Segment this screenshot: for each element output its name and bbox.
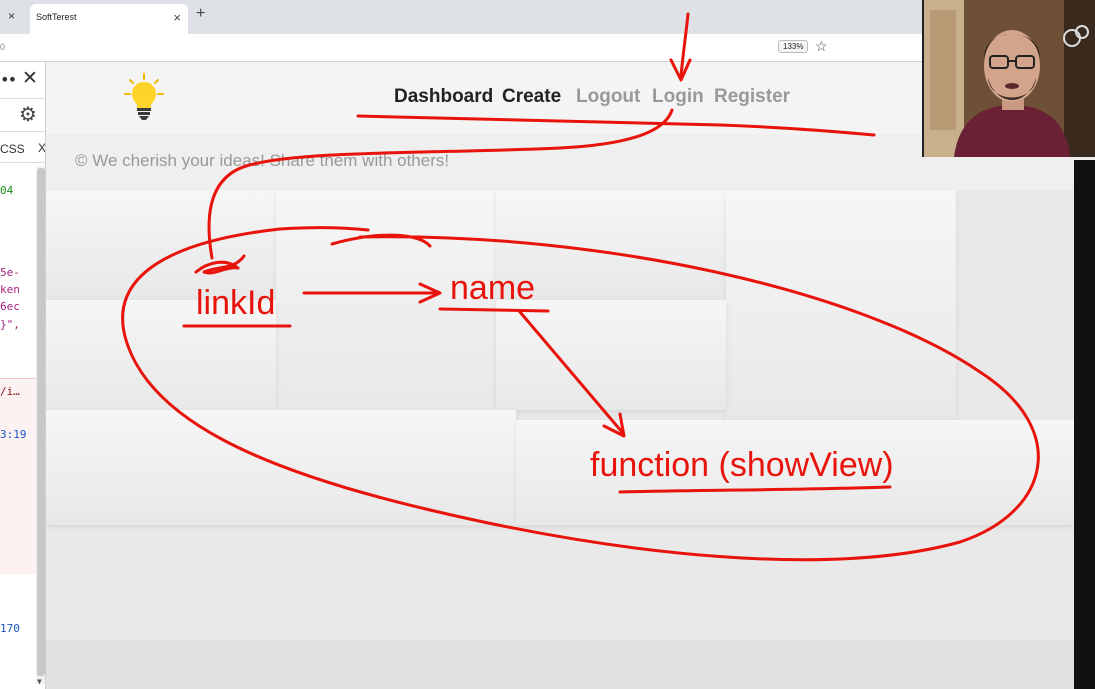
presenter-video-icon — [924, 0, 1095, 157]
zoom-level-badge[interactable]: 133% — [778, 40, 809, 53]
background-tile — [46, 190, 276, 300]
bookmark-star-icon[interactable]: ☆ — [815, 38, 828, 55]
webcam-overlay — [922, 0, 1095, 157]
hero-banner: © We cherish your ideas! Share them with… — [46, 134, 1074, 190]
devtools-panel: •• ✕ ⚙ CSS X 04 5e- ken 6ec }", /i… 3:19… — [0, 62, 46, 689]
devtools-more-icon[interactable]: •• — [0, 70, 17, 89]
background-tile — [496, 190, 726, 300]
hero-tagline: © We cherish your ideas! Share them with… — [75, 151, 450, 170]
web-page: Dashboard Create Logout Login Register ©… — [46, 62, 1074, 689]
nav-create[interactable]: Create — [502, 86, 561, 108]
divider — [0, 98, 45, 99]
tab-title: SoftTerest — [36, 12, 77, 22]
nav-logout[interactable]: Logout — [576, 86, 640, 108]
screen: × SoftTerest × + 0 133% ☆ •• ✕ ⚙ CSS X 0… — [0, 0, 1095, 689]
background-tile — [516, 420, 1074, 525]
console-error-row — [0, 378, 36, 574]
site-navbar: Dashboard Create Logout Login Register — [46, 62, 1074, 134]
console-line[interactable]: 170 — [0, 622, 20, 635]
page-footer-area — [46, 640, 1074, 689]
console-line[interactable]: 3:19 — [0, 428, 27, 441]
background-tile — [496, 300, 726, 410]
console-line: ken — [0, 283, 20, 296]
background-panels — [46, 190, 1074, 640]
background-tile — [726, 190, 956, 420]
console-line: }", — [0, 318, 20, 331]
tab-css[interactable]: CSS — [0, 142, 25, 156]
gear-icon[interactable]: ⚙ — [19, 102, 37, 126]
tab-softterest[interactable]: SoftTerest × — [30, 4, 188, 34]
previous-tab-close-icon[interactable]: × — [8, 9, 15, 23]
nav-login[interactable]: Login — [652, 86, 704, 108]
background-tile — [46, 410, 516, 525]
nav-register[interactable]: Register — [714, 86, 790, 108]
console-line: 5e- — [0, 266, 20, 279]
video-edge — [1074, 160, 1095, 689]
background-tile — [46, 300, 276, 410]
address-text: 0 — [0, 42, 6, 52]
background-tile — [276, 190, 496, 410]
console-line[interactable]: /i… — [0, 385, 20, 398]
tab-close-icon[interactable]: × — [173, 10, 181, 25]
scroll-down-icon[interactable]: ▼ — [37, 677, 42, 686]
console-line: 6ec — [0, 300, 20, 313]
divider — [0, 131, 45, 132]
devtools-close-icon[interactable]: ✕ — [22, 67, 38, 90]
nav-dashboard[interactable]: Dashboard — [394, 86, 493, 108]
lightbulb-logo-icon[interactable] — [122, 72, 166, 122]
devtools-scrollbar-thumb[interactable] — [37, 168, 45, 676]
divider — [0, 162, 45, 163]
console-line: 04 — [0, 184, 14, 197]
css-tab-close-icon[interactable]: X — [38, 141, 45, 155]
new-tab-button[interactable]: + — [196, 5, 205, 23]
